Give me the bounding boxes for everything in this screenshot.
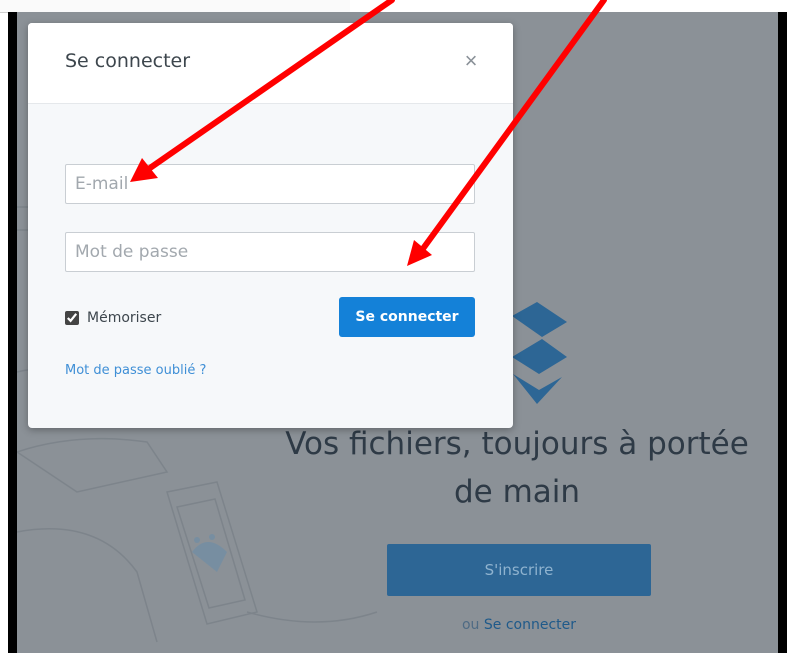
- remember-checkbox-row[interactable]: Mémoriser: [65, 310, 161, 326]
- forgot-password-link[interactable]: Mot de passe oublié ?: [65, 363, 206, 378]
- signin-link[interactable]: Se connecter: [484, 617, 576, 633]
- email-input[interactable]: [65, 164, 475, 204]
- hero-title: Vos fichiers, toujours à portée de main: [285, 426, 749, 510]
- password-input[interactable]: [65, 232, 475, 272]
- dropbox-logo-icon: [512, 302, 567, 404]
- login-modal: Se connecter × Mémoriser Se connecter Mo…: [28, 23, 513, 428]
- remember-label: Mémoriser: [87, 310, 162, 326]
- or-text: ou: [461, 617, 480, 633]
- login-submit-button[interactable]: Se connecter: [339, 297, 475, 337]
- signup-button[interactable]: S'inscrire: [387, 544, 651, 596]
- modal-title: Se connecter: [65, 50, 191, 72]
- signin-alternative: ou Se connecter: [387, 617, 651, 633]
- close-icon[interactable]: ×: [459, 49, 483, 73]
- remember-checkbox[interactable]: [65, 311, 79, 325]
- modal-header: Se connecter ×: [28, 23, 513, 104]
